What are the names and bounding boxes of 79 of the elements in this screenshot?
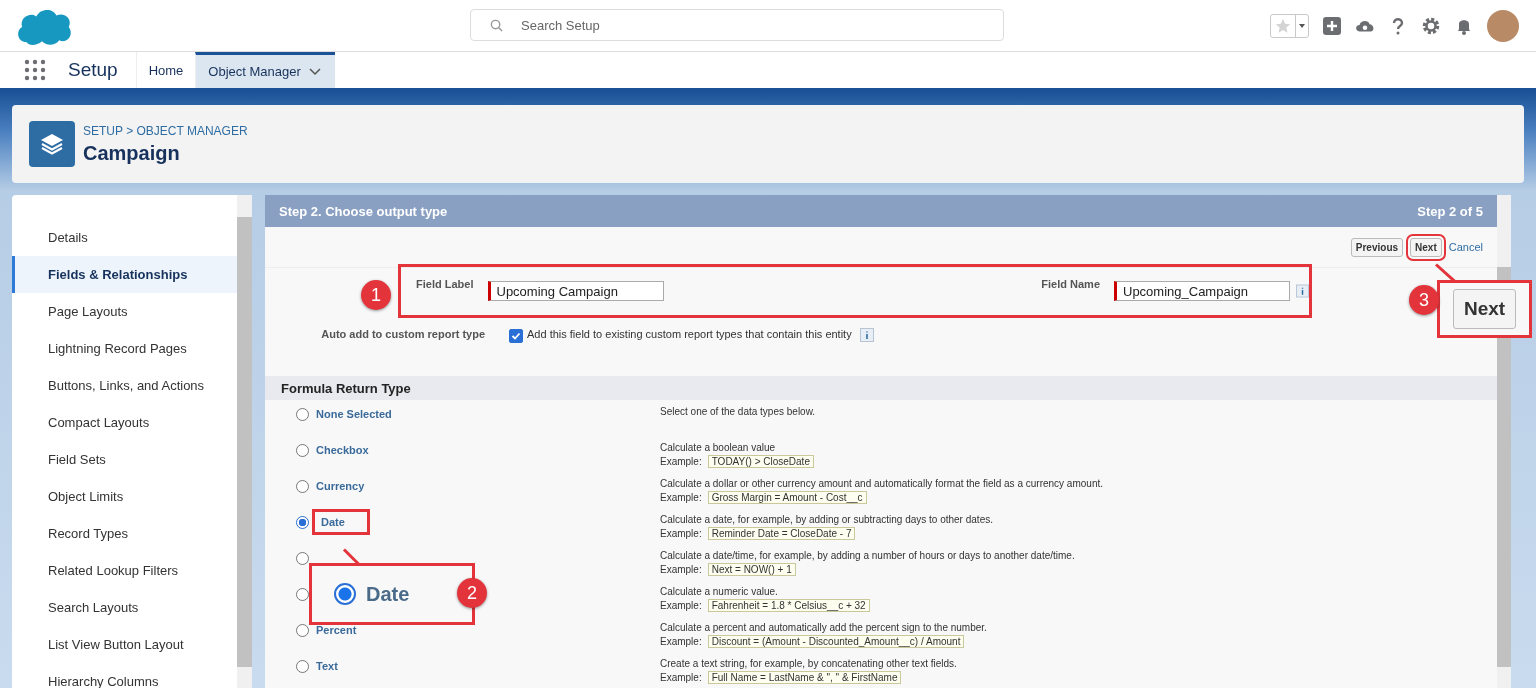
- step-counter: Step 2 of 5: [1417, 203, 1483, 219]
- type-description: Select one of the data types below.: [660, 406, 816, 417]
- sidebar-item[interactable]: Object Limits: [12, 478, 237, 515]
- sidebar-item[interactable]: Lightning Record Pages: [12, 330, 237, 367]
- radio-button[interactable]: [296, 552, 309, 565]
- sidebar-item[interactable]: Details: [12, 219, 237, 256]
- type-description: Calculate a percent and automatically add the percent sign to the number.: [660, 622, 987, 633]
- example-formula: Full Name = LastName & ", " & FirstName: [707, 671, 902, 684]
- scrollbar[interactable]: [237, 195, 252, 688]
- radio-button[interactable]: [296, 408, 309, 421]
- sidebar-item[interactable]: Buttons, Links, and Actions: [12, 367, 237, 404]
- example-formula: Reminder Date = CloseDate - 7: [707, 527, 856, 540]
- field-label: Field Label: [415, 278, 474, 290]
- previous-button[interactable]: Previous: [1350, 237, 1404, 257]
- example-formula: TODAY() > CloseDate: [707, 455, 814, 468]
- app-name: Setup: [68, 59, 118, 81]
- radio-button[interactable]: [296, 624, 309, 637]
- radio-button[interactable]: [296, 444, 309, 457]
- example-label: Example:: [660, 600, 702, 611]
- sidebar-item[interactable]: Record Types: [12, 515, 237, 552]
- checkbox-label: Add this field to existing custom report types that contain this entity: [527, 328, 852, 340]
- sidebar-item[interactable]: Fields & Relationships: [12, 256, 237, 293]
- type-description: Create a text string, for example, by concatenating other text fields.: [660, 658, 957, 669]
- radio-label[interactable]: None Selected: [316, 408, 392, 420]
- radio-label[interactable]: Checkbox: [316, 444, 369, 456]
- app-launcher-icon[interactable]: [24, 59, 46, 81]
- radio-button[interactable]: [296, 480, 309, 493]
- info-icon[interactable]: [859, 328, 874, 342]
- nav-tab[interactable]: Object Manager: [195, 52, 335, 88]
- sidebar-item[interactable]: Search Layouts: [12, 589, 237, 626]
- sidebar-item[interactable]: Page Layouts: [12, 293, 237, 330]
- chevron-down-icon[interactable]: [308, 67, 321, 76]
- example-label: Example:: [660, 636, 702, 647]
- type-description: Calculate a dollar or other currency amount and automatically format the field as a currency amount.: [660, 478, 1103, 489]
- settings-icon[interactable]: [1421, 15, 1441, 36]
- checkmark-icon: [510, 330, 522, 342]
- radio-label[interactable]: Text: [316, 660, 338, 672]
- cancel-link[interactable]: Cancel: [1448, 241, 1483, 253]
- layers-icon: [29, 121, 75, 167]
- example-label: Example:: [660, 564, 702, 575]
- object-title: Campaign: [83, 141, 181, 165]
- sidebar-item[interactable]: Field Sets: [12, 441, 237, 478]
- type-description: Calculate a date/time, for example, by adding a number of hours or days to another date/time.: [660, 550, 1075, 561]
- breadcrumb-link[interactable]: SETUP > OBJECT MANAGER: [83, 123, 248, 138]
- field-label: Auto add to custom report type: [320, 328, 485, 340]
- field-label-input[interactable]: Upcoming Campaign: [487, 281, 664, 301]
- field-name-input[interactable]: Upcoming_Campaign: [1114, 281, 1290, 301]
- radio-label[interactable]: Currency: [316, 480, 365, 492]
- info-icon[interactable]: [1296, 284, 1309, 298]
- type-description: Calculate a boolean value: [660, 442, 777, 453]
- checkbox[interactable]: [509, 329, 523, 343]
- example-label: Example:: [660, 456, 702, 467]
- type-description: Calculate a date, for example, by adding or subtracting days to other dates.: [660, 514, 993, 525]
- field-label: Field Name: [1040, 278, 1100, 290]
- example-label: Example:: [660, 672, 702, 683]
- plus-icon[interactable]: [1322, 15, 1342, 36]
- example-formula: Discount = (Amount - Discounted_Amount__c) / Amount: [707, 635, 965, 648]
- step-title: Step 2. Choose output type: [279, 203, 448, 219]
- sidebar-item[interactable]: Hierarchy Columns: [12, 663, 237, 688]
- sidebar-item[interactable]: Compact Layouts: [12, 404, 237, 441]
- search-icon: [490, 19, 503, 32]
- radio-label[interactable]: Percent: [316, 624, 357, 636]
- example-formula: Fahrenheit = 1.8 * Celsius__c + 32: [707, 599, 870, 612]
- example-label: Example:: [660, 528, 702, 539]
- example-formula: Next = NOW() + 1: [707, 563, 796, 576]
- example-label: Example:: [660, 492, 702, 503]
- sidebar-item[interactable]: Related Lookup Filters: [12, 552, 237, 589]
- radio-button[interactable]: [296, 516, 309, 529]
- radio-label[interactable]: Date: [312, 509, 370, 535]
- avatar[interactable]: [1487, 9, 1519, 42]
- radio-button[interactable]: [296, 660, 309, 673]
- search-field[interactable]: Search Setup: [470, 9, 1004, 41]
- sidebar-item[interactable]: List View Button Layout: [12, 626, 237, 663]
- radio-button[interactable]: [296, 588, 309, 601]
- type-description: Calculate a numeric value.: [660, 586, 779, 597]
- caret-down-icon: [1295, 14, 1308, 37]
- section-title: Formula Return Type: [281, 380, 411, 396]
- example-formula: Gross Margin = Amount - Cost__c: [707, 491, 867, 504]
- magnified-label: Date: [366, 582, 410, 606]
